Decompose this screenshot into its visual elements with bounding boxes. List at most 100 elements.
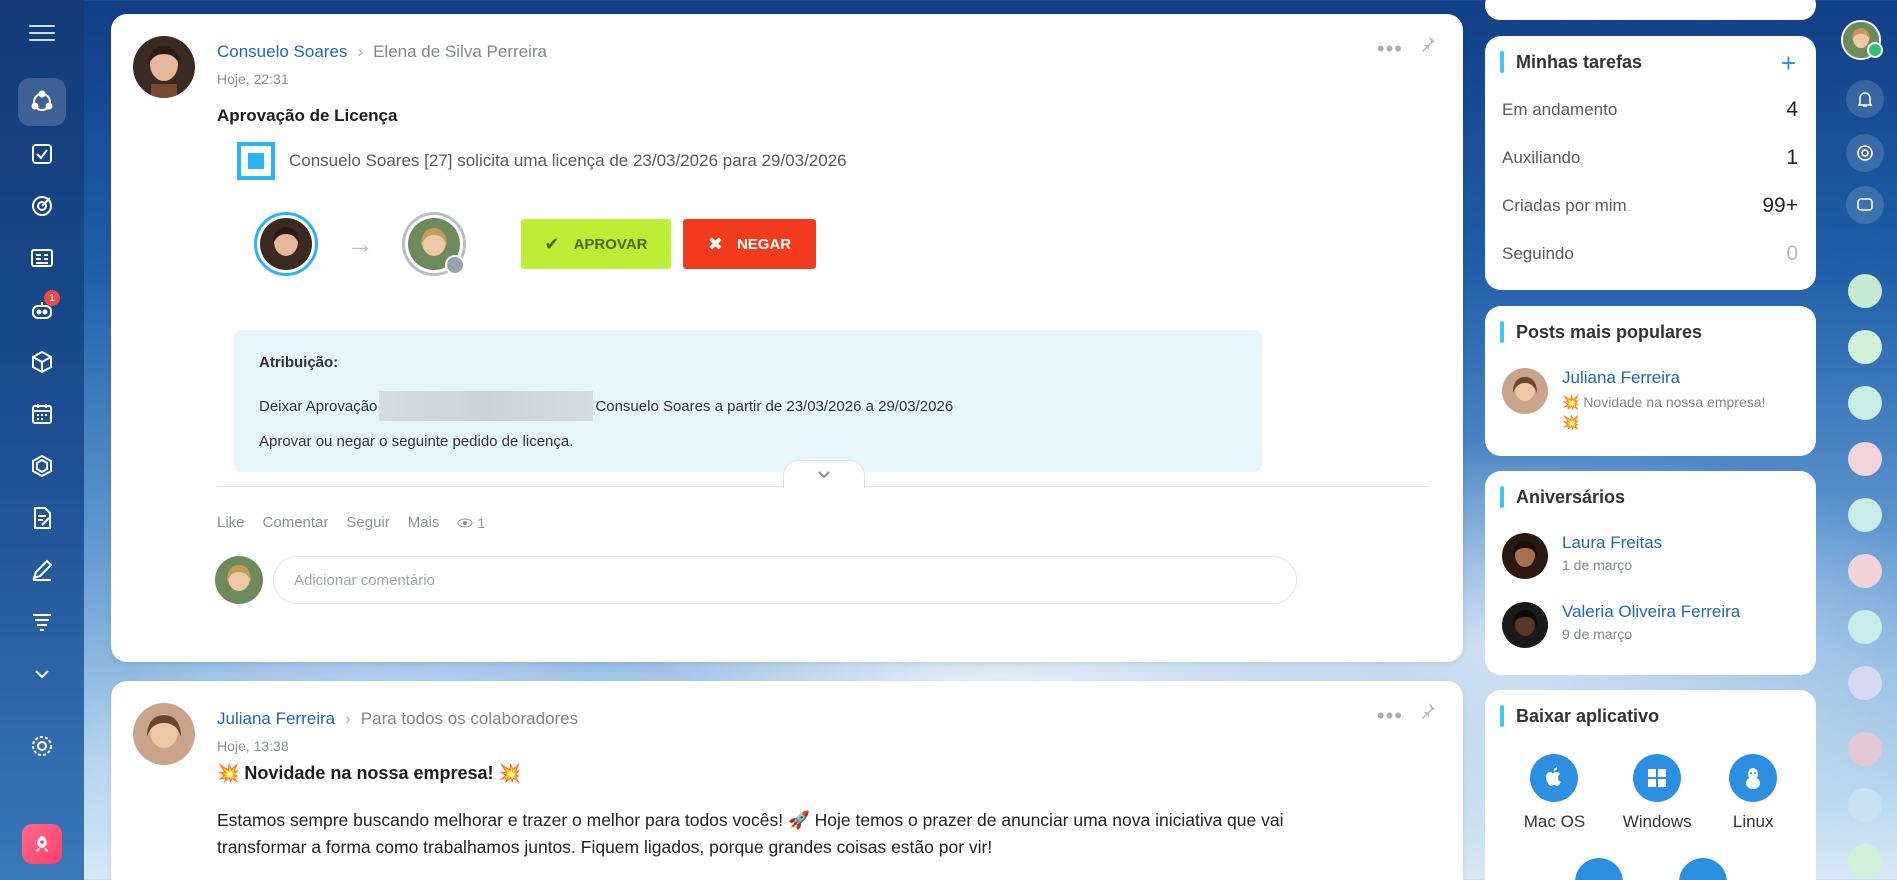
chevron-right-icon: › xyxy=(357,42,364,61)
popular-post-snippet: 💥 Novidade na nossa empresa! 💥 xyxy=(1562,394,1766,430)
recipient-name[interactable]: Para todos os colaboradores xyxy=(361,709,578,729)
android-icon xyxy=(1678,858,1727,880)
post-title: 💥 Novidade na nossa empresa! 💥 xyxy=(217,763,521,783)
avatar xyxy=(1502,368,1548,414)
more-options-icon[interactable]: ••• xyxy=(1377,36,1403,62)
task-row-assisting[interactable]: Auxiliando 1 xyxy=(1502,146,1798,170)
rocket-icon[interactable] xyxy=(22,824,62,864)
chevron-down-icon[interactable] xyxy=(18,650,66,698)
deny-button[interactable]: ✖ NEGAR xyxy=(683,219,816,269)
views-counter: 1 xyxy=(457,515,485,531)
task-chip-icon[interactable] xyxy=(1848,330,1882,364)
linux-icon xyxy=(1729,754,1778,802)
news-chip-icon[interactable] xyxy=(1848,274,1882,308)
assignment-label: Atribuição: xyxy=(259,354,339,371)
popular-post-author[interactable]: Juliana Ferreira xyxy=(1562,368,1782,388)
app-windows[interactable]: Windows xyxy=(1623,754,1692,832)
requester-avatar[interactable] xyxy=(254,212,318,276)
widget-birthdays: Aniversários Laura Freitas 1 de março Va… xyxy=(1485,471,1816,675)
bot-icon[interactable]: 1 xyxy=(18,286,66,334)
task-chip-icon[interactable] xyxy=(1848,498,1882,532)
apple-icon xyxy=(1530,754,1579,802)
approve-button[interactable]: ✔ APROVAR xyxy=(521,219,671,269)
task-chip-icon[interactable] xyxy=(1848,386,1882,420)
hexagon-icon[interactable] xyxy=(18,442,66,490)
close-icon: ✖ xyxy=(707,233,723,254)
apple-icon xyxy=(1574,858,1623,880)
right-toolbar xyxy=(1833,0,1897,880)
approver-avatar[interactable] xyxy=(402,212,466,276)
pulse-icon[interactable] xyxy=(1846,134,1884,172)
group-chip-icon[interactable] xyxy=(1848,732,1882,766)
app-macos[interactable]: Mac OS xyxy=(1524,754,1585,832)
chat-chip-icon[interactable] xyxy=(1848,788,1882,822)
assignment-instruction: Aprovar ou negar o seguinte pedido de li… xyxy=(259,433,574,450)
post-leave-approval: Consuelo Soares › Elena de Silva Perreir… xyxy=(111,14,1463,662)
post-body: Estamos sempre buscando melhorar e traze… xyxy=(217,810,1284,857)
app-android[interactable] xyxy=(1678,858,1727,880)
widget-my-tasks: Minhas tarefas + Em andamento 4 Auxiliand… xyxy=(1485,36,1816,290)
follow-link[interactable]: Seguir xyxy=(346,514,389,531)
redacted-field xyxy=(379,391,594,421)
task-row-in-progress[interactable]: Em andamento 4 xyxy=(1502,98,1798,122)
like-link[interactable]: Like xyxy=(217,514,245,531)
task-chip-icon[interactable] xyxy=(1848,666,1882,700)
assignment-text-start: Deixar Aprovação xyxy=(259,397,378,415)
post-announcement: Juliana Ferreira › Para todos os colabor… xyxy=(111,681,1463,880)
avatar xyxy=(1502,533,1548,579)
app-linux[interactable]: Linux xyxy=(1729,754,1778,832)
document-sign-icon[interactable] xyxy=(18,494,66,542)
calendar-icon[interactable] xyxy=(18,390,66,438)
notification-badge: 1 xyxy=(44,290,60,306)
author-name[interactable]: Consuelo Soares xyxy=(217,42,347,62)
add-task-icon[interactable]: + xyxy=(1781,48,1796,79)
task-chip-icon[interactable] xyxy=(1848,844,1882,878)
task-row-created[interactable]: Criadas por mim 99+ xyxy=(1502,194,1798,218)
current-user-avatar xyxy=(215,556,263,604)
widget-download-apps: Baixar aplicativo Mac OS Windows Linux xyxy=(1485,690,1816,880)
request-text: Consuelo Soares [27] solicita uma licenç… xyxy=(289,151,847,170)
task-row-following[interactable]: Seguindo 0 xyxy=(1502,242,1798,266)
leave-request-icon xyxy=(237,142,275,180)
expand-post-button[interactable] xyxy=(783,460,865,488)
app-ios[interactable] xyxy=(1574,858,1623,880)
check-icon: ✔ xyxy=(544,233,560,254)
tasks-icon[interactable] xyxy=(18,130,66,178)
pending-clock-icon xyxy=(445,255,465,275)
task-chip-icon[interactable] xyxy=(1848,610,1882,644)
birthday-item[interactable]: Valeria Oliveira Ferreira 9 de março xyxy=(1502,602,1740,648)
chat-sync-icon[interactable] xyxy=(1846,186,1884,224)
task-chip-icon[interactable] xyxy=(1848,442,1882,476)
eye-icon xyxy=(457,518,473,527)
widget-top-partial xyxy=(1485,0,1816,20)
popular-post-item[interactable]: Juliana Ferreira 💥 Novidade na nossa emp… xyxy=(1502,368,1782,432)
more-link[interactable]: Mais xyxy=(408,514,440,531)
birthday-item[interactable]: Laura Freitas 1 de março xyxy=(1502,533,1662,579)
author-avatar[interactable] xyxy=(133,703,195,765)
goals-icon[interactable] xyxy=(18,182,66,230)
settings-icon[interactable] xyxy=(18,722,66,770)
menu-icon[interactable] xyxy=(29,22,55,44)
arrow-right-icon: → xyxy=(346,228,374,259)
feed-icon[interactable] xyxy=(18,78,66,126)
recipient-name[interactable]: Elena de Silva Perreira xyxy=(373,42,547,62)
funnel-icon[interactable] xyxy=(18,598,66,646)
pin-icon[interactable] xyxy=(1419,34,1437,56)
pen-icon[interactable] xyxy=(18,546,66,594)
box-icon[interactable] xyxy=(18,338,66,386)
assignment-text-end: Consuelo Soares a partir de 23/03/2026 a… xyxy=(595,397,954,415)
news-icon[interactable] xyxy=(18,234,66,282)
avatar xyxy=(1502,602,1548,648)
bell-icon[interactable] xyxy=(1846,80,1884,118)
comment-input[interactable] xyxy=(273,556,1297,604)
chevron-right-icon: › xyxy=(345,709,351,728)
comment-link[interactable]: Comentar xyxy=(263,514,329,531)
chevron-down-icon xyxy=(818,470,830,478)
online-status-icon xyxy=(1867,42,1883,58)
more-options-icon[interactable]: ••• xyxy=(1377,703,1403,729)
pin-icon[interactable] xyxy=(1419,701,1437,723)
author-name[interactable]: Juliana Ferreira xyxy=(217,709,335,729)
author-avatar[interactable] xyxy=(133,36,195,98)
task-chip-icon[interactable] xyxy=(1848,554,1882,588)
windows-icon xyxy=(1633,754,1682,802)
